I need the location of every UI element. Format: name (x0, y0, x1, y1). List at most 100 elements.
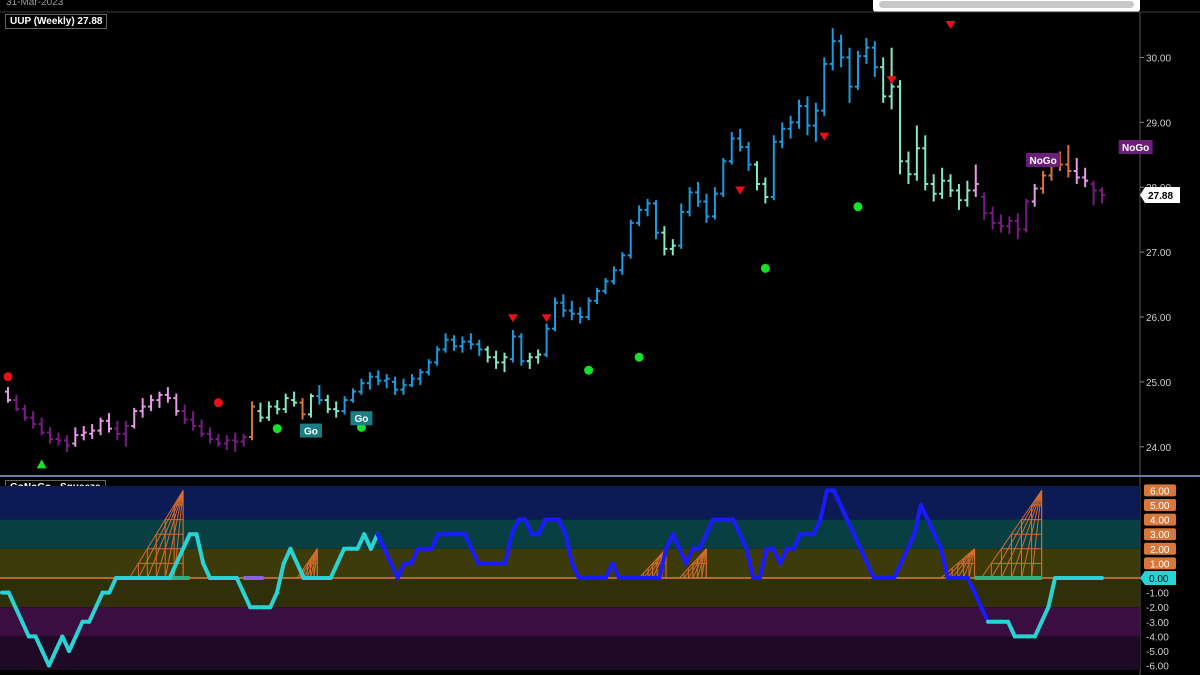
gonogo-chart[interactable]: 24.0025.0026.0027.0028.0029.0030.00GoGoN… (0, 0, 1200, 675)
ohlc-bar (644, 198, 651, 217)
ohlc-bar (47, 427, 54, 444)
oscillator-band (0, 607, 1140, 637)
price-tick-label: 26.00 (1146, 313, 1171, 324)
tick-label: 1.00 (1150, 559, 1170, 570)
ohlc-bar (80, 426, 87, 441)
ohlc-bar (139, 398, 146, 418)
ohlc-bar (484, 346, 491, 363)
ohlc-bar (1040, 170, 1047, 194)
ohlc-bar (434, 346, 441, 366)
ohlc-bar (1014, 213, 1021, 240)
ohlc-bar (829, 28, 836, 71)
ohlc-bar (282, 393, 289, 414)
ohlc-bar (594, 287, 601, 305)
ohlc-bar (669, 239, 676, 256)
tick-label: 4.00 (1150, 516, 1170, 527)
ohlc-bar (678, 203, 685, 249)
ohlc-bar (350, 388, 357, 403)
ohlc-bar (257, 402, 264, 423)
ohlc-bar (720, 158, 727, 197)
ohlc-bar (21, 404, 28, 421)
ohlc-bar (602, 278, 609, 295)
tick-label: 6.00 (1150, 486, 1170, 497)
ohlc-bar (1073, 158, 1080, 184)
ohlc-bar (585, 297, 592, 321)
red-triangle-signal (886, 76, 897, 85)
green-dot-signal (760, 263, 770, 273)
oscillator-tick: 5.00 (1144, 499, 1176, 512)
ohlc-bar (333, 401, 340, 418)
ohlc-bar (30, 411, 37, 429)
ohlc-bar (291, 391, 298, 407)
oscillator-tick: 6.00 (1144, 484, 1176, 497)
ohlc-bar (1023, 198, 1030, 233)
ohlc-bar (636, 205, 643, 227)
tick-label: -3.00 (1146, 618, 1169, 629)
ohlc-bar (552, 297, 558, 332)
ohlc-bar (543, 323, 550, 358)
green-dot-signal (634, 352, 644, 362)
ohlc-bar (232, 432, 239, 452)
ohlc-bar (105, 413, 112, 433)
ohlc-bar (854, 50, 861, 90)
oscillator-tick: -2.00 (1146, 603, 1169, 614)
ohlc-bar (97, 417, 104, 436)
ohlc-bar (417, 368, 424, 386)
oscillator-tick: -4.00 (1146, 632, 1169, 643)
ohlc-bar (190, 411, 197, 431)
last-price-marker: 27.88 (1140, 187, 1180, 204)
ohlc-bar (610, 266, 617, 285)
ohlc-bar (467, 333, 474, 350)
ohlc-bar (652, 200, 659, 240)
tick-label: -4.00 (1146, 632, 1169, 643)
ohlc-bar (223, 435, 230, 451)
ohlc-bar (1082, 167, 1089, 188)
ohlc-bar (627, 219, 634, 259)
ohlc-bar (1099, 187, 1105, 204)
ohlc-bar (307, 393, 314, 418)
ohlc-bar (476, 339, 483, 356)
red-dot-signal (213, 398, 223, 408)
ohlc-bar (131, 407, 138, 429)
ohlc-bar (913, 125, 920, 181)
tick-label: -6.00 (1146, 662, 1169, 673)
last-price-label: 27.88 (1148, 191, 1173, 202)
ohlc-bar (703, 193, 710, 223)
go-label: Go (350, 411, 373, 426)
ohlc-bar (821, 57, 828, 116)
ohlc-bar (871, 41, 878, 77)
ohlc-bar (148, 394, 155, 412)
ohlc-bar (972, 164, 979, 197)
red-triangle-signal (735, 186, 746, 195)
ohlc-bar (13, 394, 20, 412)
tick-label: 3.00 (1150, 530, 1170, 541)
ohlc-bar (568, 300, 575, 321)
ohlc-bar (661, 226, 668, 256)
ohlc-bar (316, 385, 323, 405)
ohlc-bar (265, 401, 272, 421)
zero-value-marker: 0.00 (1140, 571, 1176, 585)
red-triangle-signal (507, 314, 518, 323)
ohlc-bar (964, 180, 971, 207)
oscillator-tick: -6.00 (1146, 662, 1169, 673)
oscillator-tick: -5.00 (1146, 647, 1169, 658)
price-tick-label: 29.00 (1146, 118, 1171, 129)
price-tick-label: 24.00 (1146, 443, 1171, 454)
ohlc-bar (63, 435, 70, 452)
ohlc-bar (989, 206, 996, 230)
ohlc-bar (922, 135, 929, 191)
ohlc-bar (509, 329, 516, 363)
green-dot-signal (272, 424, 282, 434)
ohlc-bar (501, 352, 508, 373)
ohlc-bar (998, 214, 1005, 233)
price-tick-label: 27.00 (1146, 248, 1171, 259)
price-tick-label: 25.00 (1146, 378, 1171, 389)
ohlc-bar (181, 404, 188, 425)
ohlc-bar (375, 370, 382, 386)
ohlc-bar (299, 398, 306, 420)
ohlc-bar (249, 401, 256, 441)
ohlc-bar (560, 294, 567, 318)
ohlc-bar (72, 427, 79, 447)
label-text: Go (355, 414, 369, 425)
oscillator-tick: -3.00 (1146, 618, 1169, 629)
